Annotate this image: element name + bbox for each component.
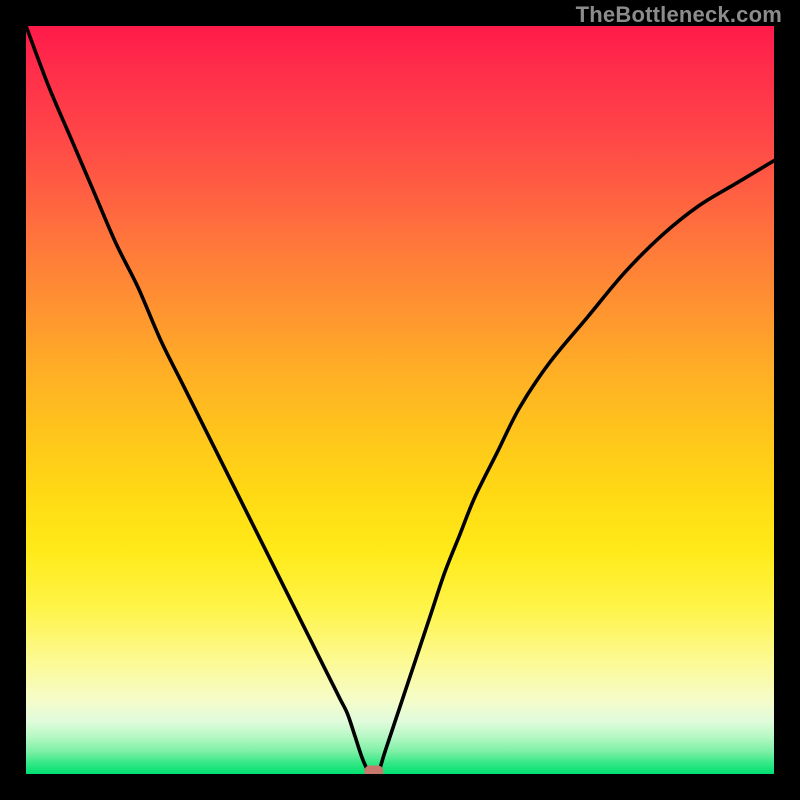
watermark-text: TheBottleneck.com — [576, 2, 782, 28]
plot-area — [26, 26, 774, 774]
optimal-point-marker — [365, 766, 383, 774]
chart-frame: TheBottleneck.com — [0, 0, 800, 800]
curve-layer — [26, 26, 774, 774]
bottleneck-curve — [26, 26, 774, 774]
